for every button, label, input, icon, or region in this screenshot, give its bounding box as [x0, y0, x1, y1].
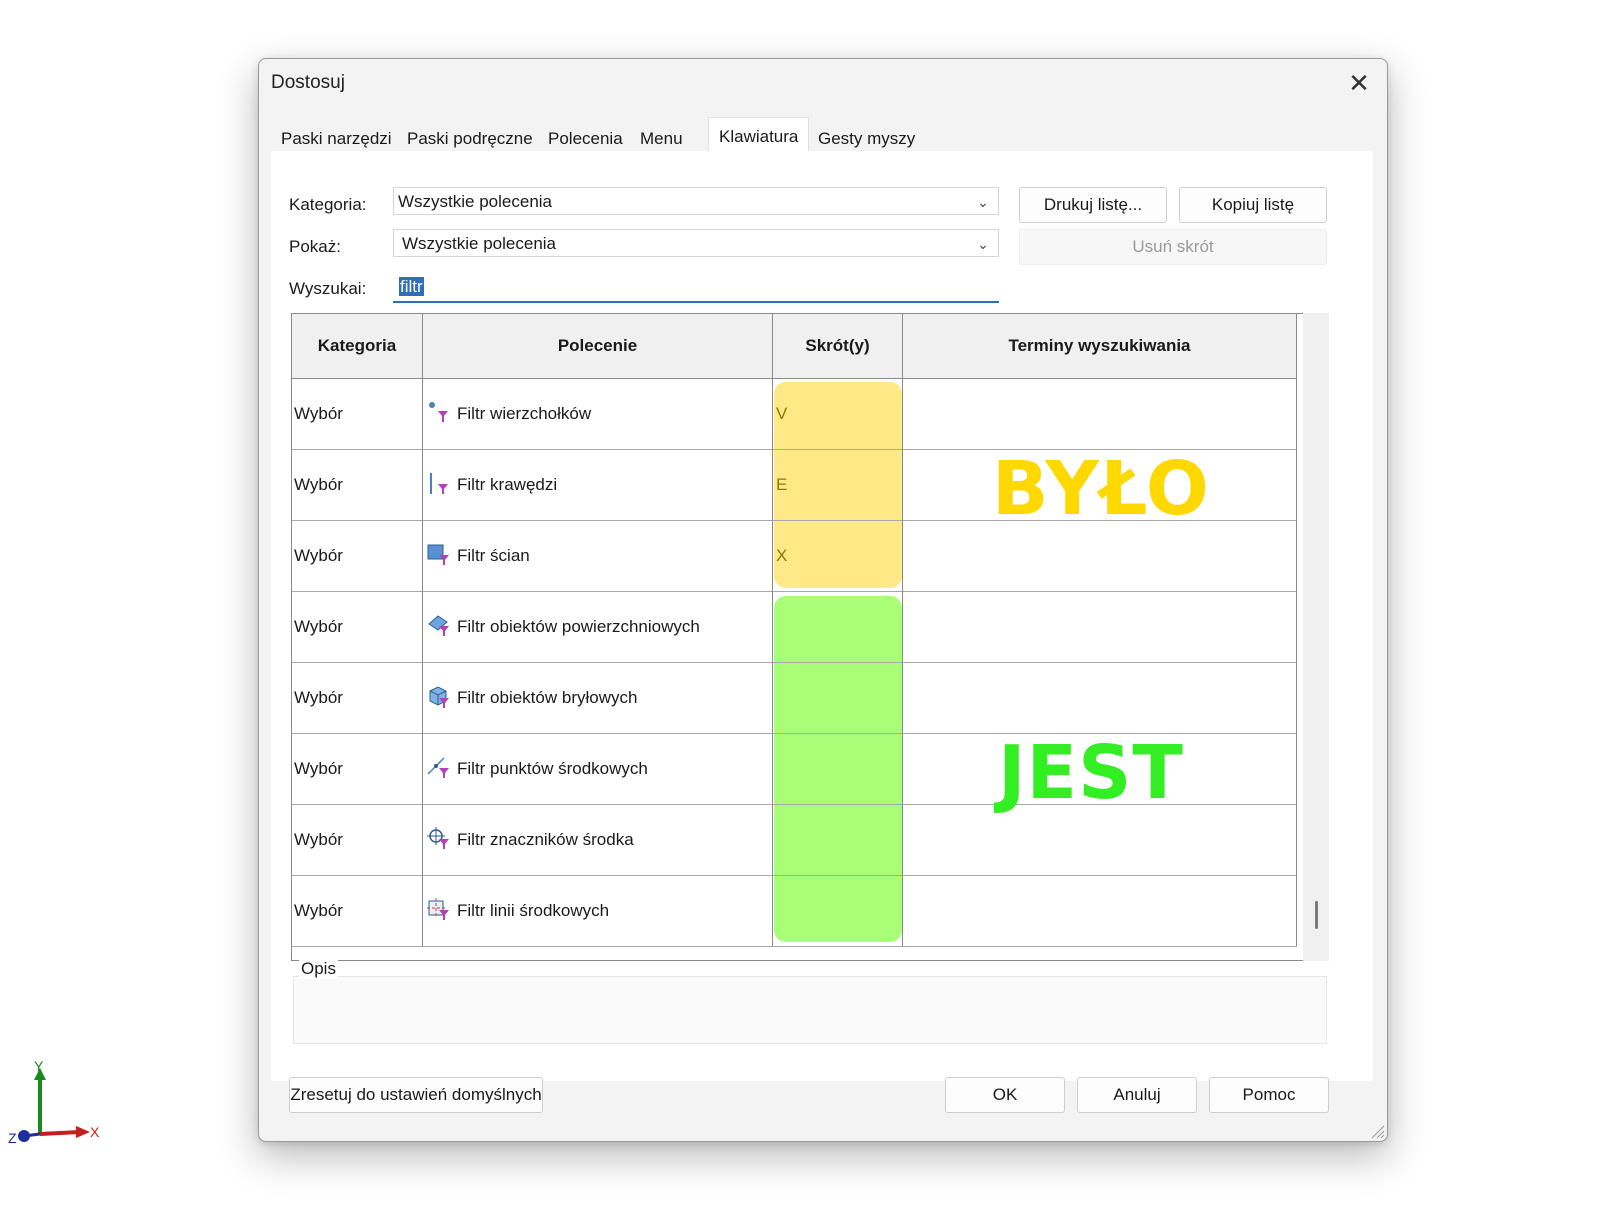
- center-mark-filter-icon: [427, 826, 449, 849]
- row-command: Filtr obiektów bryłowych: [423, 662, 773, 733]
- table-row[interactable]: Wybór Filtr obiektów bryłowych: [292, 662, 1297, 734]
- row-shortcut[interactable]: E: [773, 449, 903, 520]
- row-command: Filtr wierzchołków: [423, 378, 773, 449]
- column-header-command[interactable]: Polecenie: [423, 314, 773, 378]
- row-shortcut[interactable]: [773, 875, 903, 946]
- row-shortcut[interactable]: [773, 804, 903, 875]
- category-select-value: Wszystkie polecenia: [398, 192, 553, 211]
- print-list-button[interactable]: Drukuj listę...: [1019, 187, 1167, 223]
- row-shortcut[interactable]: [773, 662, 903, 733]
- face-filter-icon: [427, 544, 449, 565]
- solid-body-filter-icon: [429, 685, 449, 708]
- table-row[interactable]: Wybór Filtr linii środkowych: [292, 875, 1297, 947]
- column-header-shortcut[interactable]: Skrót(y): [773, 314, 903, 378]
- scrollbar-thumb[interactable]: [1315, 901, 1318, 929]
- column-header-search-terms[interactable]: Terminy wyszukiwania: [903, 314, 1297, 378]
- category-label: Kategoria:: [289, 195, 367, 214]
- chevron-down-icon: ⌄: [977, 194, 989, 210]
- cancel-button[interactable]: Anuluj: [1077, 1077, 1197, 1113]
- dialog-title: Dostosuj: [271, 72, 345, 93]
- row-search-terms: [903, 662, 1297, 733]
- axis-z-label: Z: [8, 1130, 17, 1146]
- row-category: Wybór: [292, 520, 423, 591]
- row-command-label: Filtr obiektów powierzchniowych: [457, 617, 700, 636]
- description-label: Opis: [299, 959, 338, 979]
- row-command-label: Filtr obiektów bryłowych: [457, 688, 638, 707]
- search-input-value: filtr: [399, 277, 424, 296]
- row-category: Wybór: [292, 378, 423, 449]
- row-command: Filtr znaczników środka: [423, 804, 773, 875]
- show-select-value: Wszystkie polecenia: [402, 234, 557, 253]
- centerline-filter-icon: [427, 897, 449, 920]
- column-header-category[interactable]: Kategoria: [292, 314, 423, 378]
- table-row[interactable]: Wybór Filtr obiektów powierzchniowych: [292, 591, 1297, 663]
- row-shortcut[interactable]: [773, 591, 903, 662]
- row-command: Filtr obiektów powierzchniowych: [423, 591, 773, 662]
- reset-defaults-button[interactable]: Zresetuj do ustawień domyślnych: [289, 1077, 543, 1113]
- search-input[interactable]: filtr: [393, 273, 999, 303]
- row-search-terms: [903, 875, 1297, 946]
- axis-y-label: Y: [34, 1058, 44, 1074]
- row-category: Wybór: [292, 804, 423, 875]
- table-row[interactable]: Wybór Filtr wierzchołków V: [292, 378, 1297, 450]
- row-shortcut[interactable]: [773, 733, 903, 804]
- table-header: Kategoria Polecenie Skrót(y) Terminy wys…: [292, 314, 1297, 379]
- row-category: Wybór: [292, 733, 423, 804]
- row-command: Filtr ścian: [423, 520, 773, 591]
- surface-body-filter-icon: [428, 614, 449, 636]
- row-command-label: Filtr punktów środkowych: [457, 759, 648, 778]
- row-command-label: Filtr wierzchołków: [457, 404, 592, 423]
- coordinate-triad: Y X Z: [8, 1058, 104, 1154]
- row-category: Wybór: [292, 875, 423, 946]
- chevron-down-icon: ⌄: [977, 236, 989, 252]
- help-button[interactable]: Pomoc: [1209, 1077, 1329, 1113]
- row-search-terms: [903, 591, 1297, 662]
- row-search-terms: [903, 378, 1297, 449]
- row-command: Filtr punktów środkowych: [423, 733, 773, 804]
- category-select[interactable]: Wszystkie polecenia ⌄: [393, 187, 999, 215]
- row-command-label: Filtr znaczników środka: [457, 830, 634, 849]
- row-command: Filtr linii środkowych: [423, 875, 773, 946]
- keyboard-panel: Kategoria: Wszystkie polecenia ⌄ Pokaż: …: [271, 151, 1373, 1081]
- edge-filter-icon: [430, 472, 448, 494]
- close-icon[interactable]: ✕: [1343, 67, 1375, 99]
- description-box: [293, 976, 1327, 1044]
- show-select[interactable]: Wszystkie polecenia ⌄: [393, 229, 999, 257]
- midpoint-filter-icon: [427, 756, 449, 778]
- row-command-label: Filtr linii środkowych: [457, 901, 610, 920]
- row-command: Filtr krawędzi: [423, 449, 773, 520]
- show-label: Pokaż:: [289, 237, 341, 256]
- table-scrollbar[interactable]: [1303, 313, 1329, 961]
- row-shortcut[interactable]: V: [773, 378, 903, 449]
- vertex-filter-icon: [429, 401, 448, 422]
- row-shortcut[interactable]: X: [773, 520, 903, 591]
- row-command-label: Filtr krawędzi: [457, 475, 558, 494]
- row-category: Wybór: [292, 449, 423, 520]
- remove-shortcut-button[interactable]: Usuń skrót: [1019, 229, 1327, 265]
- copy-list-button[interactable]: Kopiuj listę: [1179, 187, 1327, 223]
- search-label: Wyszukai:: [289, 279, 367, 298]
- customize-dialog: Dostosuj ✕ Paski narzędzi Paski podręczn…: [258, 58, 1388, 1142]
- resize-grip-icon[interactable]: [1369, 1123, 1385, 1139]
- axis-x-label: X: [90, 1124, 100, 1140]
- before-annotation: BYŁO: [992, 446, 1210, 532]
- ok-button[interactable]: OK: [945, 1077, 1065, 1113]
- after-annotation: JEST: [998, 730, 1184, 816]
- row-command-label: Filtr ścian: [457, 546, 530, 565]
- shortcut-table: Kategoria Polecenie Skrót(y) Terminy wys…: [291, 313, 1304, 961]
- row-category: Wybór: [292, 591, 423, 662]
- row-category: Wybór: [292, 662, 423, 733]
